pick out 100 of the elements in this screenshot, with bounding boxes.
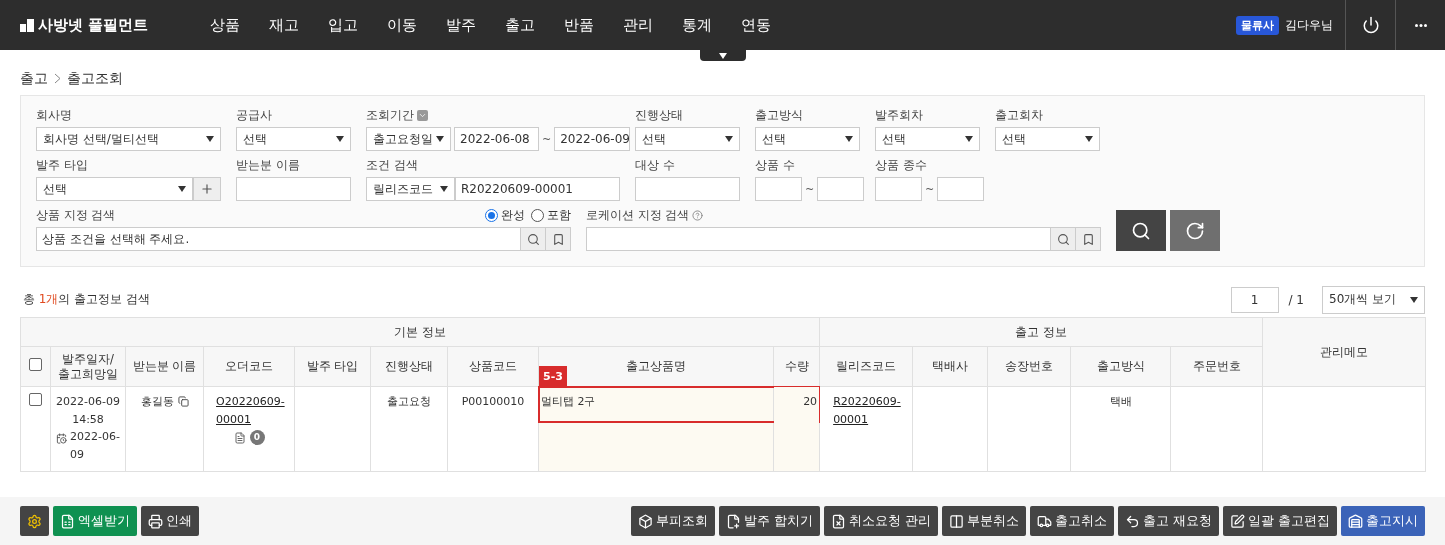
field-label: 회사명 [36, 108, 72, 123]
footer-button[interactable]: 출고지시 [1341, 506, 1425, 536]
select-field[interactable]: 선택 [755, 127, 860, 151]
logo-text[interactable]: 사방넷 풀필먼트 [38, 15, 149, 35]
caret-icon [1085, 136, 1093, 142]
select-field[interactable]: 선택 [875, 127, 980, 151]
nav-item[interactable]: 통계 [667, 15, 726, 35]
file-x-icon [831, 513, 847, 529]
page-total: / 1 [1288, 292, 1304, 307]
nav-item[interactable]: 출고 [490, 15, 549, 35]
reset-button[interactable] [1170, 210, 1220, 251]
input-field[interactable] [236, 177, 351, 201]
caret-icon [965, 136, 973, 142]
caret-icon [178, 186, 186, 192]
bookmark-icon [551, 232, 565, 246]
nav-item[interactable]: 관리 [608, 15, 667, 35]
column-header: 발주일자/ 출고희망일 [50, 346, 126, 387]
memo-icon[interactable] [233, 431, 246, 444]
row-checkbox[interactable] [29, 393, 42, 406]
caret-icon [845, 136, 853, 142]
bookmark-button[interactable] [546, 227, 571, 251]
copy-icon[interactable] [177, 396, 189, 408]
range-separator: ~ [805, 182, 815, 196]
search-button[interactable] [521, 227, 546, 251]
add-button[interactable] [193, 177, 221, 201]
radio-option[interactable]: 포함 [531, 207, 571, 224]
footer-button[interactable]: 출고 재요청 [1118, 506, 1219, 536]
footer-button[interactable]: 발주 합치기 [719, 506, 821, 536]
breadcrumb-item[interactable]: 출고 [20, 69, 48, 88]
select-field[interactable]: 출고요청일 [366, 127, 451, 151]
plus-icon [200, 182, 214, 196]
column-header: 수량 [773, 346, 820, 387]
order-date: 2022-06-09 [55, 394, 121, 410]
role-badge: 물류사 [1236, 15, 1279, 35]
annotation-badge: 5-3 [539, 366, 567, 388]
undo-icon [1125, 513, 1141, 529]
nav-item[interactable]: 상품 [195, 15, 254, 35]
power-icon [1361, 16, 1380, 34]
edit-icon [1230, 513, 1245, 529]
search-field[interactable]: 상품 조건을 선택해 주세요. [36, 227, 521, 251]
footer-button[interactable]: 부피조회 [631, 506, 716, 536]
user-name: 김다우님 [1285, 16, 1333, 34]
settings-button[interactable] [20, 506, 49, 536]
select-field[interactable]: 선택 [36, 177, 193, 201]
field-label: 진행상태 [635, 108, 683, 123]
table-cell-text: 홍길동 [140, 394, 174, 410]
column-header: 진행상태 [370, 346, 448, 387]
select-field[interactable]: 회사명 선택/멀티선택 [36, 127, 221, 151]
input-field[interactable] [875, 177, 922, 201]
menu-toggle-tab[interactable] [700, 50, 746, 61]
bookmark-icon [1081, 232, 1095, 246]
field-label: 상품 종수 [875, 158, 927, 173]
column-header: 상품코드 [447, 346, 539, 387]
field-label: 발주 타입 [36, 158, 88, 173]
footer-button[interactable]: 출고취소 [1030, 506, 1115, 536]
footer-button[interactable]: 엑셀받기 [53, 506, 137, 536]
field-label: 조건 검색 [366, 158, 418, 173]
page-size-select[interactable]: 50개씩 보기 [1322, 285, 1425, 314]
column-header: 택배사 [912, 346, 988, 387]
date-field[interactable]: 2022-06-09 [554, 127, 631, 151]
select-all-checkbox[interactable] [29, 358, 42, 372]
field-label: 발주회차 [875, 108, 923, 123]
warehouse-icon [1348, 513, 1363, 529]
nav-item[interactable]: 연동 [726, 15, 785, 35]
nav-item[interactable]: 입고 [313, 15, 372, 35]
more-icon [1414, 23, 1427, 27]
column-header: 출고방식 [1070, 346, 1171, 387]
date-field[interactable]: 2022-06-08 [454, 127, 539, 151]
breadcrumb-item: 출고조회 [67, 69, 123, 88]
search-field[interactable] [586, 227, 1051, 251]
search-button[interactable] [1116, 210, 1166, 251]
help-icon[interactable] [692, 210, 704, 221]
nav-item[interactable]: 이동 [372, 15, 431, 35]
column-header: 오더코드 [203, 346, 295, 387]
bookmark-button[interactable] [1076, 227, 1101, 251]
input-field[interactable] [817, 177, 865, 201]
select-field[interactable]: 선택 [635, 127, 740, 151]
input-field[interactable] [937, 177, 985, 201]
column-header: 릴리즈코드 [819, 346, 913, 387]
table-cell-text: 출고요청 [386, 394, 432, 410]
select-field[interactable]: 선택 [236, 127, 351, 151]
printer-icon [148, 513, 163, 529]
page-input[interactable]: 1 [1230, 286, 1279, 313]
input-field[interactable] [755, 177, 802, 201]
footer-button[interactable]: 취소요청 관리 [824, 506, 939, 536]
select-field[interactable]: 릴리즈코드 [366, 177, 455, 201]
nav-item[interactable]: 반품 [549, 15, 608, 35]
footer-button[interactable]: 인쇄 [141, 506, 199, 536]
input-field[interactable]: R20220609-00001 [455, 177, 620, 201]
search-button[interactable] [1051, 227, 1076, 251]
nav-item[interactable]: 발주 [431, 15, 490, 35]
hope-date: 2022-06-09 [70, 429, 120, 463]
spreadsheet-icon [60, 513, 75, 529]
footer-button[interactable]: 일괄 출고편집 [1223, 506, 1337, 536]
footer-button[interactable]: 부분취소 [942, 506, 1027, 536]
radio-option[interactable]: 완성 [485, 207, 525, 224]
nav-item[interactable]: 재고 [254, 15, 313, 35]
input-field[interactable] [635, 177, 740, 201]
toggle-icon[interactable] [417, 110, 428, 121]
select-field[interactable]: 선택 [995, 127, 1100, 151]
